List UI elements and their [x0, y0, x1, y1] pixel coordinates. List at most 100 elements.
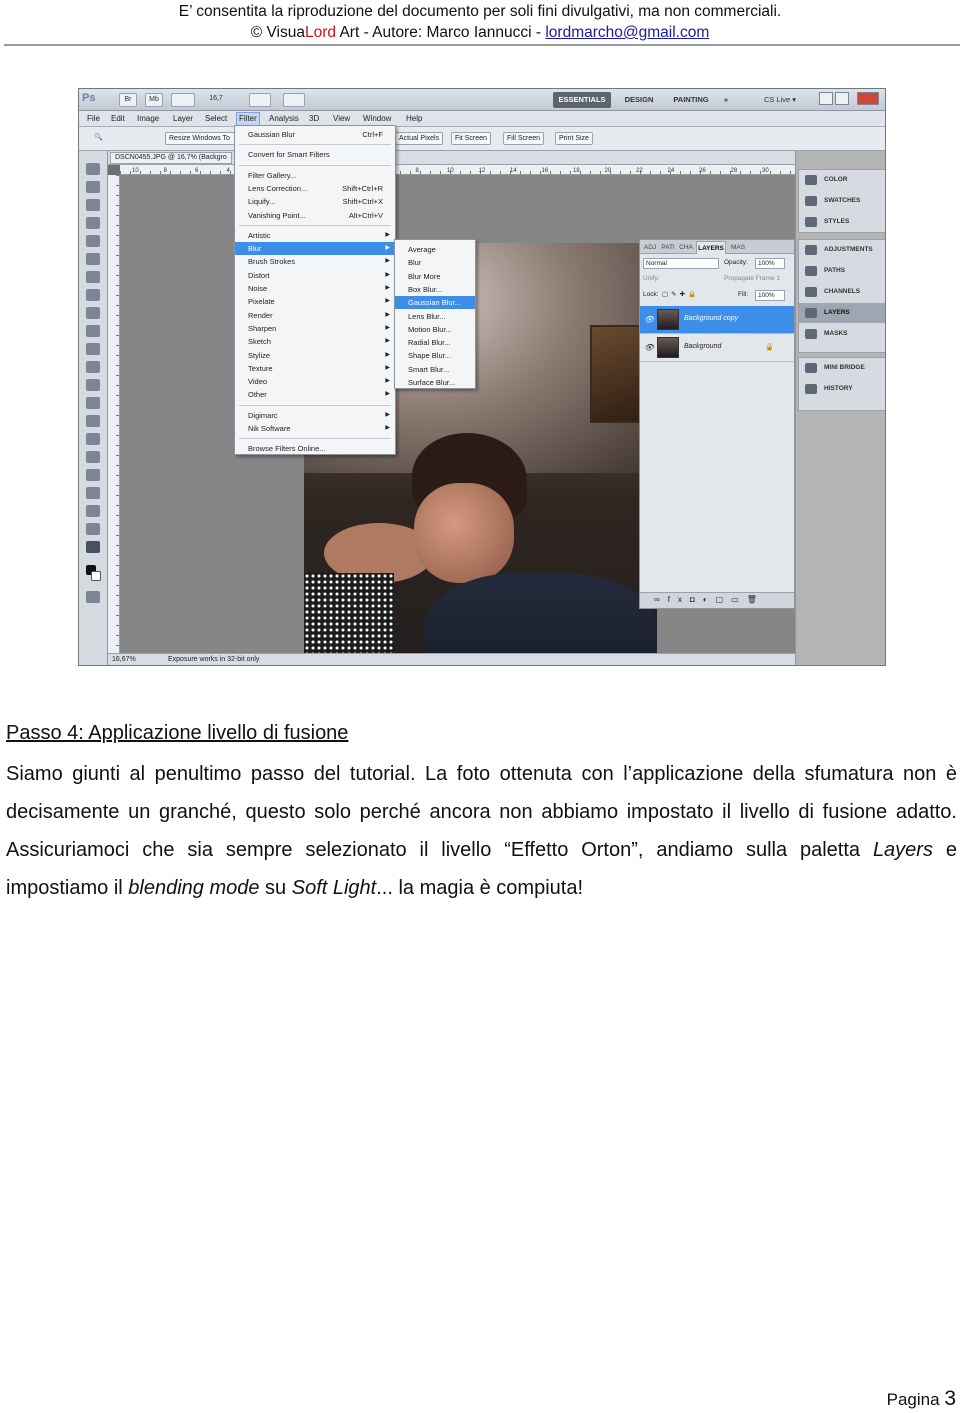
eyedropper-tool-icon[interactable] — [86, 253, 100, 265]
maximize-icon[interactable] — [835, 92, 849, 105]
filter-menu-item-texture[interactable]: Texture ▶ — [235, 362, 395, 375]
gradient-tool-icon[interactable] — [86, 361, 100, 373]
dock-item-masks[interactable]: MASKS — [799, 324, 885, 344]
menu-layer[interactable]: Layer — [171, 113, 195, 125]
menu-window[interactable]: Window — [361, 113, 393, 125]
blur-menu-item[interactable]: Motion Blur... — [395, 323, 475, 336]
dock-item-history[interactable]: HISTORY — [799, 379, 885, 399]
status-info[interactable]: Exposure works in 32-bit only — [168, 654, 259, 665]
fill-field[interactable]: 100% — [755, 290, 785, 301]
quick-select-tool-icon[interactable] — [86, 217, 100, 229]
filter-menu-item-video[interactable]: Video ▶ — [235, 375, 395, 388]
workspace-painting[interactable]: PAINTING — [667, 92, 715, 108]
arrange-icon[interactable] — [249, 93, 271, 107]
dock-item-mini-bridge[interactable]: MINI BRIDGE — [799, 358, 885, 378]
blend-mode-select[interactable]: Normal — [643, 258, 719, 269]
propagate-frame-checkbox[interactable]: Propagate Frame 1 — [724, 271, 780, 287]
author-email-link[interactable]: lordmarcho@gmail.com — [545, 24, 709, 41]
blur-menu-item[interactable]: Shape Blur... — [395, 349, 475, 362]
menu-edit[interactable]: Edit — [109, 113, 127, 125]
filter-menu-item-render[interactable]: Render ▶ — [235, 309, 395, 322]
healing-tool-icon[interactable] — [86, 271, 100, 283]
screen-mode-icon[interactable] — [283, 93, 305, 107]
blur-menu-item[interactable]: Blur More — [395, 270, 475, 283]
blur-menu-item[interactable]: Surface Blur... — [395, 376, 475, 389]
visibility-eye-icon[interactable]: 👁 — [644, 343, 654, 352]
grid-view-icon[interactable] — [171, 93, 195, 107]
layer-actions-icons[interactable]: ∞fx◘◐▢▭🗑 — [654, 595, 765, 604]
hand-tool-icon[interactable] — [86, 523, 100, 535]
dodge-tool-icon[interactable] — [86, 397, 100, 409]
filter-menu-item-brush-strokes[interactable]: Brush Strokes ▶ — [235, 255, 395, 268]
cs-live-menu[interactable]: CS Live ▾ — [755, 92, 805, 108]
dock-item-color[interactable]: COLOR — [799, 170, 885, 190]
tab-adjustments[interactable]: ADJ — [642, 241, 658, 254]
filter-menu-item-lens-correction[interactable]: Lens Correction... Shift+Ctrl+R — [235, 182, 395, 195]
status-zoom[interactable]: 16,67% — [112, 654, 136, 665]
filter-menu-item-blur[interactable]: Blur ▶ — [235, 242, 395, 256]
filter-menu-item-pixelate[interactable]: Pixelate ▶ — [235, 295, 395, 308]
filter-menu-item-artistic[interactable]: Artistic ▶ — [235, 229, 395, 242]
tab-layers[interactable]: LAYERS — [696, 241, 726, 254]
blur-menu-item[interactable]: Radial Blur... — [395, 336, 475, 349]
lock-icons[interactable]: ▢✎✚🔒 — [662, 287, 699, 303]
zoom-tool-icon[interactable]: 🔍 — [91, 132, 106, 145]
menu-image[interactable]: Image — [135, 113, 161, 125]
bridge-button[interactable]: Br — [119, 93, 137, 107]
dock-item-adjustments[interactable]: ADJUSTMENTS — [799, 240, 885, 260]
minimize-icon[interactable] — [819, 92, 833, 105]
actual-pixels-button[interactable]: Actual Pixels — [395, 132, 444, 145]
blur-menu-item[interactable]: Lens Blur... — [395, 310, 475, 323]
menu-help[interactable]: Help — [404, 113, 424, 125]
pen-tool-icon[interactable] — [86, 415, 100, 427]
blur-menu-item[interactable]: Blur — [395, 256, 475, 269]
minibridge-button[interactable]: Mb — [145, 93, 163, 107]
shape-tool-icon[interactable] — [86, 469, 100, 481]
blur-menu-item[interactable]: Average — [395, 243, 475, 256]
menu-analysis[interactable]: Analysis — [267, 113, 301, 125]
history-brush-tool-icon[interactable] — [86, 325, 100, 337]
close-icon[interactable] — [857, 92, 879, 105]
menu-view[interactable]: View — [331, 113, 352, 125]
filter-menu-item-other[interactable]: Other ▶ — [235, 388, 395, 401]
dock-item-layers[interactable]: LAYERS — [799, 303, 885, 323]
blur-menu-item[interactable]: Smart Blur... — [395, 363, 475, 376]
marquee-tool-icon[interactable] — [86, 181, 100, 193]
blur-menu-item[interactable]: Gaussian Blur... — [395, 296, 475, 310]
filter-menu-item-convert-for-smart-filters[interactable]: Convert for Smart Filters — [235, 148, 395, 161]
filter-menu-item-vanishing-point[interactable]: Vanishing Point... Alt+Ctrl+V — [235, 209, 395, 222]
filter-menu-item-nik-software[interactable]: Nik Software ▶ — [235, 422, 395, 435]
3d-rotate-tool-icon[interactable] — [86, 487, 100, 499]
3d-orbit-tool-icon[interactable] — [86, 505, 100, 517]
fill-screen-button[interactable]: Fill Screen — [503, 132, 545, 145]
dock-item-paths[interactable]: PATHS — [799, 261, 885, 281]
filter-menu-item-digimarc[interactable]: Digimarc ▶ — [235, 409, 395, 422]
dock-item-channels[interactable]: CHANNELS — [799, 282, 885, 302]
tab-paths[interactable]: PATI — [660, 241, 676, 254]
resize-windows-checkbox[interactable]: Resize Windows To — [165, 132, 235, 145]
filter-menu-item-noise[interactable]: Noise ▶ — [235, 282, 395, 295]
opacity-field[interactable]: 100% — [755, 258, 785, 269]
brush-tool-icon[interactable] — [86, 289, 100, 301]
filter-menu-item-sharpen[interactable]: Sharpen ▶ — [235, 322, 395, 335]
quick-mask-icon[interactable] — [86, 591, 100, 603]
menu-file[interactable]: File — [85, 113, 102, 125]
blur-tool-icon[interactable] — [86, 379, 100, 391]
eraser-tool-icon[interactable] — [86, 343, 100, 355]
move-tool-icon[interactable] — [86, 163, 100, 175]
blur-menu-item[interactable]: Box Blur... — [395, 283, 475, 296]
workspace-more[interactable]: » — [719, 92, 733, 108]
menu-3d[interactable]: 3D — [307, 113, 321, 125]
filter-menu-item-gaussian-blur[interactable]: Gaussian Blur Ctrl+F — [235, 128, 395, 141]
tab-channels[interactable]: CHA — [678, 241, 694, 254]
workspace-essentials[interactable]: ESSENTIALS — [553, 92, 611, 108]
type-tool-icon[interactable] — [86, 433, 100, 445]
dock-item-swatches[interactable]: SWATCHES — [799, 191, 885, 211]
tab-masks[interactable]: MAS — [728, 241, 748, 254]
filter-menu-item-distort[interactable]: Distort ▶ — [235, 269, 395, 282]
path-selection-tool-icon[interactable] — [86, 451, 100, 463]
crop-tool-icon[interactable] — [86, 235, 100, 247]
menu-filter[interactable]: Filter — [236, 112, 260, 126]
filter-menu-item-browse-filters-online[interactable]: Browse Filters Online... — [235, 442, 395, 455]
filter-menu-item-filter-gallery[interactable]: Filter Gallery... — [235, 169, 395, 182]
